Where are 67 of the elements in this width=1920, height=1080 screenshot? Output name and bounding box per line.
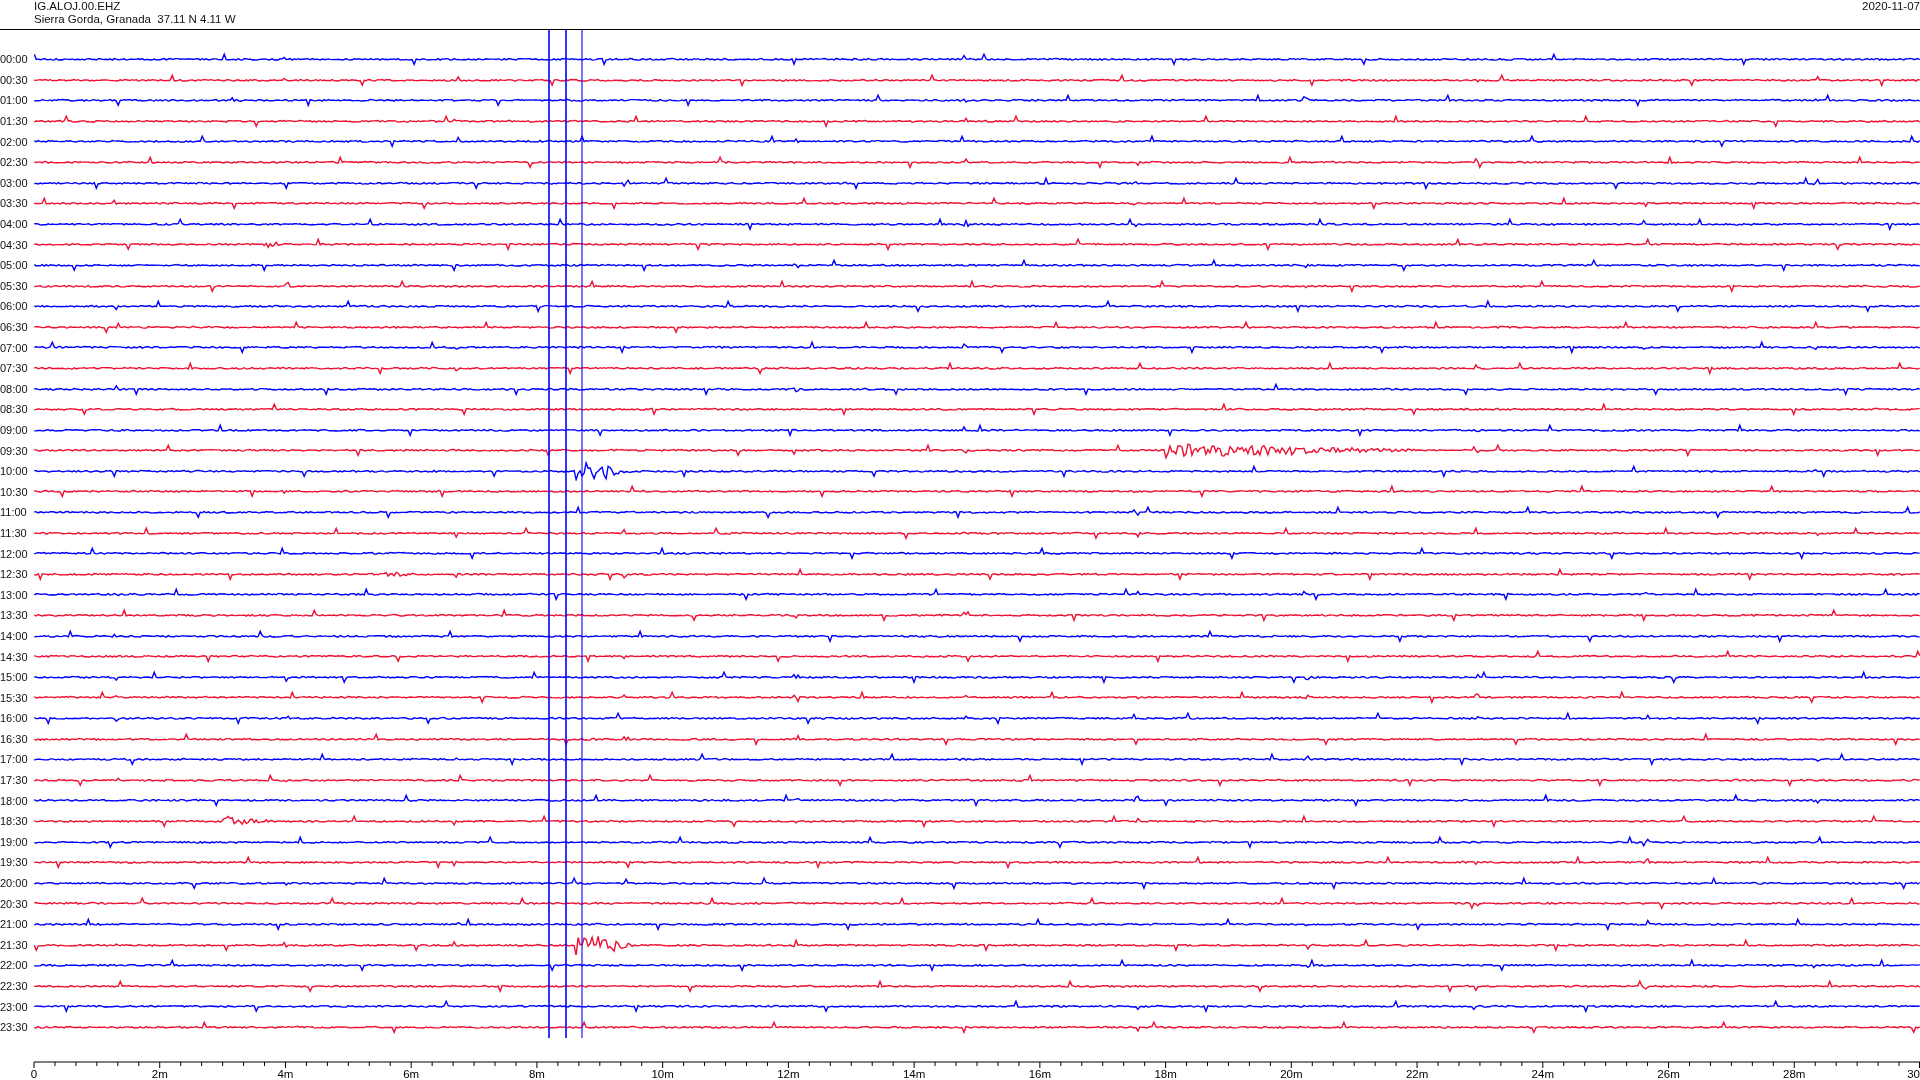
axis-label: 10m: [651, 1067, 674, 1080]
time-label: 12:00: [0, 547, 29, 560]
time-label: 15:30: [0, 691, 29, 704]
time-label: 07:30: [0, 362, 29, 375]
time-label: 17:00: [0, 753, 29, 766]
time-label: 07:00: [0, 341, 29, 354]
time-label: 18:00: [0, 794, 29, 807]
time-label: 08:00: [0, 382, 29, 395]
time-label: 23:30: [0, 1021, 29, 1034]
axis-label: 12m: [777, 1067, 800, 1080]
axis-label: 30: [1907, 1067, 1920, 1080]
time-label: 15:00: [0, 671, 29, 684]
time-label: 16:30: [0, 732, 29, 745]
time-label: 16:00: [0, 712, 29, 725]
axis-label: 20m: [1280, 1067, 1303, 1080]
time-label: 00:30: [0, 73, 29, 86]
time-label: 10:00: [0, 465, 29, 478]
axis-label: 14m: [902, 1067, 926, 1080]
axis-label: 0: [30, 1067, 38, 1080]
time-label: 20:00: [0, 877, 29, 890]
time-label: 11:30: [0, 526, 28, 539]
time-label: 06:30: [0, 321, 29, 333]
time-label: 12:30: [0, 568, 29, 581]
time-label: 04:00: [0, 218, 29, 231]
time-label: 13:30: [0, 609, 29, 622]
axis-label: 28m: [1783, 1067, 1806, 1080]
time-label: 19:30: [0, 856, 29, 869]
time-label: 14:00: [0, 629, 29, 642]
axis-label: 18m: [1154, 1067, 1177, 1080]
time-label: 05:30: [0, 279, 29, 292]
date-label: 2020-11-07: [1862, 0, 1920, 13]
station-location: Sierra Gorda, Granada 37.11 N 4.11 W: [34, 13, 236, 26]
time-label: 05:00: [0, 259, 29, 272]
axis-label: 8m: [528, 1067, 545, 1080]
station-code: IG.ALOJ.00.EHZ: [34, 0, 122, 13]
axis-label: 16m: [1028, 1067, 1052, 1080]
time-label: 08:30: [0, 403, 29, 416]
time-label: 10:30: [0, 485, 29, 498]
time-label: 21:00: [0, 918, 29, 931]
axis-label: 26m: [1657, 1067, 1680, 1080]
axis-label: 4m: [277, 1067, 294, 1080]
time-label: 03:00: [0, 176, 29, 189]
time-label: 00:00: [0, 53, 29, 66]
time-label: 14:30: [0, 650, 29, 663]
time-label: 20:30: [0, 897, 29, 910]
time-label: 23:00: [0, 1000, 29, 1013]
time-label: 22:00: [0, 959, 29, 972]
time-label: 09:30: [0, 444, 29, 457]
time-label: 18:30: [0, 815, 29, 828]
axis-label: 2m: [151, 1067, 168, 1080]
time-label: 01:00: [0, 94, 29, 107]
time-label: 04:30: [0, 238, 29, 251]
time-label: 02:00: [0, 135, 29, 148]
time-label: 21:30: [0, 938, 29, 951]
time-label: 19:00: [0, 835, 29, 848]
time-label: 01:30: [0, 115, 29, 128]
axis-label: 22m: [1405, 1067, 1429, 1080]
axis-label: 6m: [403, 1067, 420, 1080]
time-label: 09:00: [0, 424, 29, 436]
time-label: 03:30: [0, 197, 29, 210]
time-label: 06:00: [0, 300, 29, 313]
axis-label: 24m: [1531, 1067, 1554, 1080]
time-label: 22:30: [0, 980, 29, 992]
time-label: 11:00: [0, 506, 28, 519]
time-label: 17:30: [0, 774, 29, 787]
time-label: 13:00: [0, 588, 29, 601]
time-label: 02:30: [0, 156, 29, 169]
